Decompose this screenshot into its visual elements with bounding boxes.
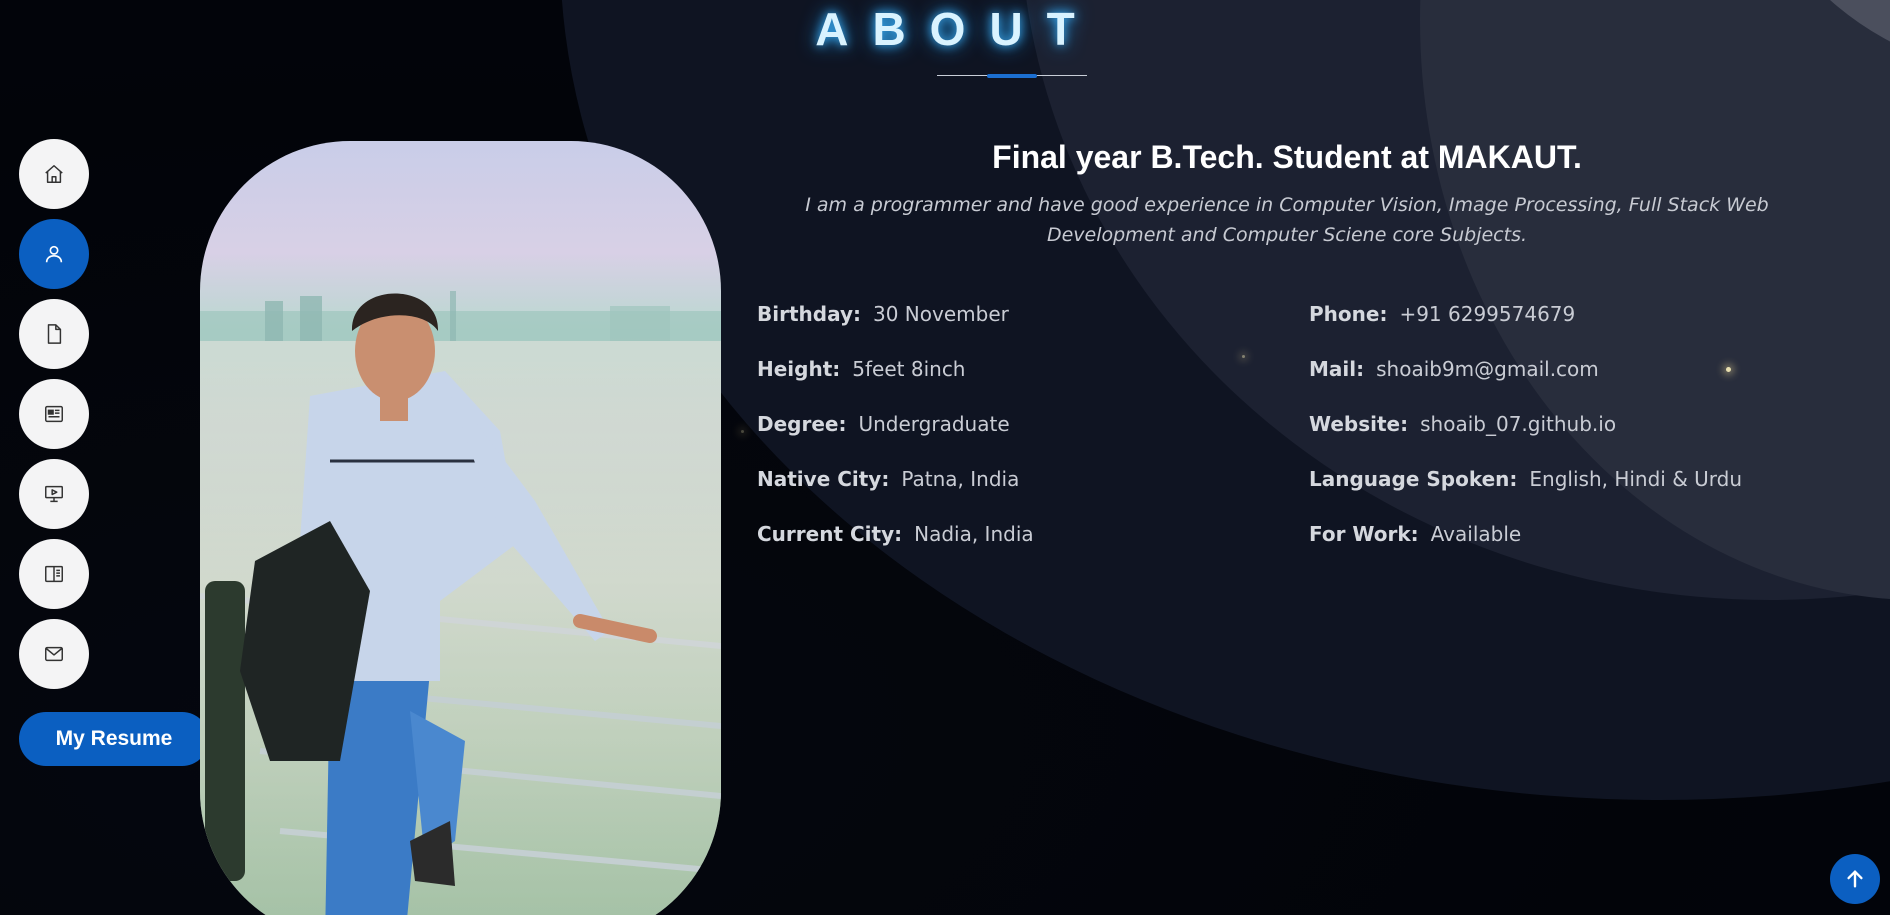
my-resume-button[interactable]: My Resume (19, 712, 209, 766)
info-label: Current City: (757, 522, 903, 546)
user-icon (45, 245, 63, 263)
info-label: Language Spoken: (1309, 467, 1518, 491)
sparkle (741, 430, 744, 433)
info-label: Phone: (1309, 302, 1388, 326)
about-section: ABOUT My Resume Final year B.Tech. Stude… (0, 0, 1890, 915)
about-headline: Final year B.Tech. Student at MAKAUT. (992, 139, 1582, 175)
info-birthday: Birthday: 30 November (757, 302, 1009, 326)
info-native-city: Native City: Patna, India (757, 467, 1019, 491)
info-value: shoaib_07.github.io (1420, 412, 1617, 436)
info-label: Website: (1309, 412, 1409, 436)
scroll-top-button[interactable] (1830, 854, 1880, 904)
book-icon (45, 565, 63, 583)
nav-blog-button[interactable] (19, 539, 89, 609)
nav-about-button[interactable] (19, 219, 89, 289)
info-value: Nadia, India (914, 522, 1034, 546)
nav-contact-button[interactable] (19, 619, 89, 689)
section-title: ABOUT (815, 3, 1099, 55)
info-label: Height: (757, 357, 841, 381)
info-label: Native City: (757, 467, 890, 491)
info-degree: Degree: Undergraduate (757, 412, 1010, 436)
nav-home-button[interactable] (19, 139, 89, 209)
sparkle (1242, 355, 1245, 358)
presentation-icon (45, 485, 63, 503)
info-current-city: Current City: Nadia, India (757, 522, 1034, 546)
info-website: Website: shoaib_07.github.io (1309, 412, 1616, 436)
info-value: English, Hindi & Urdu (1529, 467, 1743, 491)
home-icon (45, 165, 63, 183)
info-label: Mail: (1309, 357, 1365, 381)
nav-portfolio-button[interactable] (19, 379, 89, 449)
info-label: For Work: (1309, 522, 1419, 546)
info-label: Birthday: (757, 302, 861, 326)
info-value: Undergraduate (858, 412, 1010, 436)
nav-resume-button[interactable] (19, 299, 89, 369)
info-value: 5feet 8inch (852, 357, 966, 381)
profile-photo-illustration (200, 291, 721, 915)
newspaper-icon (45, 405, 63, 423)
envelope-icon (45, 646, 63, 662)
info-phone: Phone: +91 6299574679 (1309, 302, 1575, 326)
info-value: +91 6299574679 (1399, 302, 1576, 326)
info-height: Height: 5feet 8inch (757, 357, 965, 381)
arrow-up-icon (1847, 870, 1863, 888)
info-for-work: For Work: Available (1309, 522, 1521, 546)
info-language: Language Spoken: English, Hindi & Urdu (1309, 467, 1742, 491)
profile-photo (200, 141, 721, 915)
sparkle (1726, 367, 1731, 372)
about-intro: I am a programmer and have good experien… (805, 194, 1769, 246)
document-icon (47, 324, 62, 344)
info-mail: Mail: shoaib9m@gmail.com (1309, 357, 1599, 381)
info-value: Available (1430, 522, 1522, 546)
info-value: Patna, India (901, 467, 1020, 491)
info-value: shoaib9m@gmail.com (1376, 357, 1599, 381)
info-value: 30 November (873, 302, 1009, 326)
title-divider-accent (987, 74, 1037, 78)
nav-services-button[interactable] (19, 459, 89, 529)
info-label: Degree: (757, 412, 847, 436)
